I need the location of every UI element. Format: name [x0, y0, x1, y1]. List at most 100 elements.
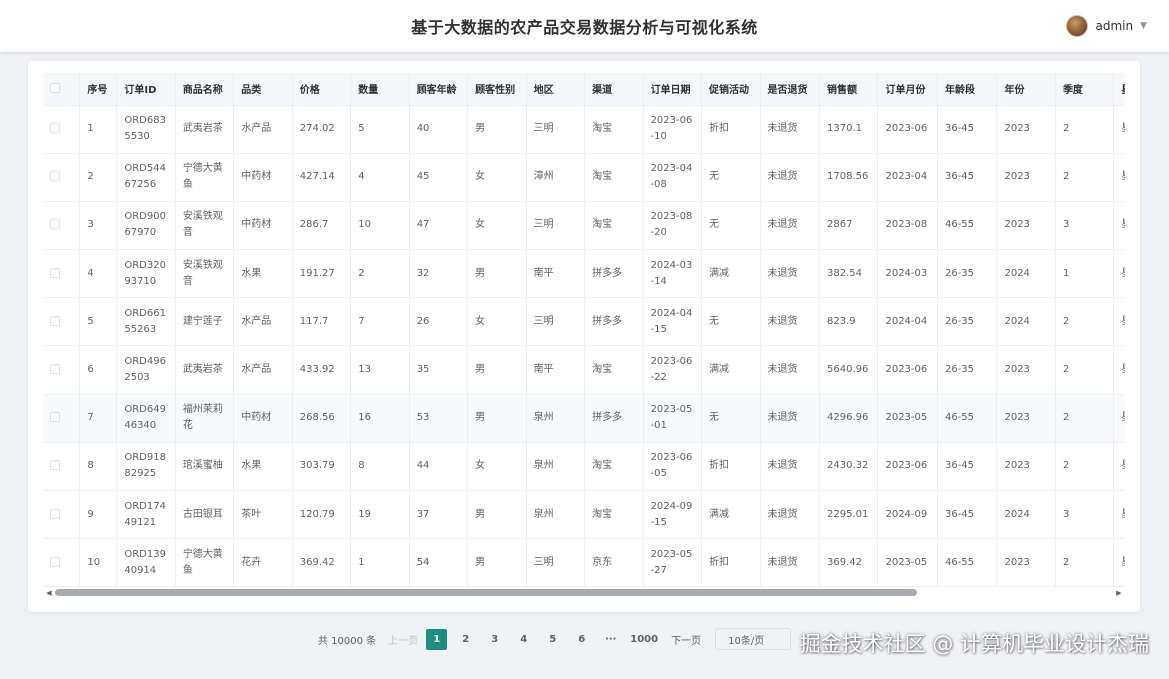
column-header[interactable]: 订单ID — [116, 73, 176, 106]
page-number-button[interactable]: 1 — [426, 628, 448, 650]
table-cell: 宁德大黄鱼 — [175, 538, 235, 588]
next-page-button[interactable]: 下一页 — [671, 632, 701, 647]
row-checkbox[interactable] — [50, 315, 60, 326]
table-cell: 1 — [1055, 249, 1115, 299]
table-cell: 2024 — [996, 297, 1056, 347]
column-header[interactable]: 星期几 — [1113, 73, 1125, 106]
table-cell: 茶叶 — [233, 490, 293, 540]
column-header[interactable]: 序号 — [79, 73, 118, 106]
page-ellipsis[interactable]: ··· — [600, 629, 621, 650]
row-checkbox[interactable] — [50, 123, 60, 134]
row-checkbox[interactable] — [50, 267, 60, 278]
table-cell: 382.54 — [819, 249, 879, 299]
select-all-checkbox-cell[interactable] — [43, 73, 81, 106]
table-cell: 2 — [1055, 538, 1115, 588]
row-checkbox[interactable] — [50, 219, 60, 230]
table-row[interactable]: 5 ORD66155263 建宁莲子 水产品 117.7 7 26 女三明 拼多多 2024-04… — [43, 297, 1125, 347]
table-cell: ORD64946340 — [116, 394, 176, 443]
row-checkbox-cell[interactable] — [43, 345, 81, 395]
column-header[interactable]: 价格 — [292, 73, 352, 106]
table-row[interactable]: 8 ORD91882925 琯溪蜜柚 水果 303.79 8 44 女泉州 淘宝 2023-06-… — [43, 442, 1125, 492]
column-header[interactable]: 数量 — [350, 73, 410, 106]
column-header[interactable]: 销售额 — [819, 73, 879, 106]
table-row[interactable]: 2 ORD54467256 宁德大黄鱼 中药材 427.14 4 45 女漳州 淘宝 2023-0… — [43, 153, 1125, 202]
scroll-right-icon[interactable]: ▶ — [1113, 589, 1125, 597]
column-header[interactable]: 订单日期 — [643, 73, 703, 106]
column-header[interactable]: 是否退货 — [760, 73, 820, 106]
column-header[interactable]: 订单月份 — [877, 73, 938, 106]
table-row[interactable]: 6 ORD4962503 武夷岩茶 水产品 433.92 13 35 男南平 淘宝 2023-06… — [43, 345, 1125, 395]
table-cell: 水产品 — [233, 345, 293, 395]
avatar[interactable] — [1066, 15, 1089, 37]
table-cell: 2023 — [996, 538, 1056, 588]
row-checkbox[interactable] — [50, 364, 60, 375]
row-checkbox[interactable] — [50, 508, 60, 519]
row-checkbox-cell[interactable] — [43, 490, 81, 540]
page-number-button[interactable]: 5 — [542, 629, 563, 650]
table-cell: 3 — [79, 201, 118, 251]
table-cell: 折扣 — [701, 105, 761, 154]
caret-down-icon[interactable]: ▼ — [1140, 21, 1147, 31]
table-cell: 191.27 — [292, 249, 352, 299]
column-header[interactable]: 顾客性别 — [467, 73, 527, 106]
row-checkbox-cell[interactable] — [43, 249, 81, 299]
table-cell: 10 — [350, 201, 410, 251]
horizontal-scrollbar[interactable]: ◀ ▶ — [43, 585, 1125, 600]
column-header[interactable]: 季度 — [1055, 73, 1115, 106]
row-checkbox-cell[interactable] — [43, 153, 81, 202]
row-checkbox-cell[interactable] — [43, 538, 81, 588]
table-cell: 男 — [467, 490, 527, 540]
page-number-button[interactable]: 2 — [455, 629, 476, 650]
row-checkbox-cell[interactable] — [43, 394, 81, 443]
row-checkbox-cell[interactable] — [43, 105, 81, 154]
table-cell: 4 — [79, 249, 118, 299]
table-row[interactable]: 3 ORD90067970 安溪铁观音 中药材 286.7 10 47 女三明 淘宝 2023-0… — [43, 201, 1125, 251]
watermark: 掘金技术社区 @ 计算机毕业设计杰瑞 — [799, 632, 1149, 656]
table-cell: 女 — [467, 153, 527, 202]
page-size-select[interactable]: 10条/页 — [715, 628, 792, 650]
table-cell: 满减 — [701, 490, 761, 540]
row-checkbox[interactable] — [50, 412, 60, 423]
table-cell: 无 — [701, 201, 761, 251]
row-checkbox-cell[interactable] — [43, 201, 81, 251]
pagination: 共 10000 条 上一页 1 2 3 4 5 6 ··· 1000 下一页 10条/页 — [318, 628, 792, 650]
page-number-button[interactable]: 1000 — [629, 629, 659, 650]
row-checkbox-cell[interactable] — [43, 297, 81, 347]
table-row[interactable]: 10 ORD13940914 宁德大黄鱼 花卉 369.42 1 54 男三明 京东 2023-0… — [43, 538, 1125, 588]
column-header[interactable]: 促销活动 — [701, 73, 761, 106]
column-header[interactable]: 年龄段 — [937, 73, 998, 106]
table-row[interactable]: 1 ORD6835530 武夷岩茶 水产品 274.02 5 40 男三明 淘宝 2023-06-… — [43, 105, 1125, 154]
table-row[interactable]: 4 ORD32093710 安溪铁观音 水果 191.27 2 32 男南平 拼多多 2024-0… — [43, 249, 1125, 299]
table-cell: 2023 — [996, 442, 1056, 492]
column-header[interactable]: 渠道 — [584, 73, 644, 106]
table-row[interactable]: 9 ORD17449121 古田银耳 茶叶 120.79 19 37 男泉州 淘宝 2024-09… — [43, 490, 1125, 540]
row-checkbox[interactable] — [50, 460, 60, 471]
page-number-button[interactable]: 6 — [571, 629, 592, 650]
page-number-button[interactable]: 3 — [484, 629, 505, 650]
table-cell: 宁德大黄鱼 — [175, 153, 235, 202]
user-menu[interactable]: admin ▼ — [1066, 14, 1147, 38]
select-all-checkbox[interactable] — [50, 83, 60, 94]
table-cell: 1708.56 — [819, 153, 879, 202]
table-cell: 36-45 — [937, 153, 998, 202]
table-row[interactable]: 7 ORD64946340 福州茉莉花 中药材 268.56 16 53 男泉州 拼多多 2023… — [43, 394, 1125, 443]
column-header[interactable]: 商品名称 — [175, 73, 235, 106]
scroll-thumb[interactable] — [55, 589, 917, 596]
table-cell: 泉州 — [526, 442, 586, 492]
prev-page-button[interactable]: 上一页 — [388, 632, 418, 647]
column-header[interactable]: 品类 — [233, 73, 293, 106]
username-label[interactable]: admin — [1095, 19, 1133, 33]
row-checkbox[interactable] — [50, 171, 60, 182]
table-cell: 2023-06 — [877, 442, 938, 492]
table-cell: 2023-08 — [877, 201, 938, 251]
page-number-button[interactable]: 4 — [513, 629, 534, 650]
table-cell: 三明 — [526, 538, 586, 588]
column-header[interactable]: 年份 — [996, 73, 1056, 106]
row-checkbox-cell[interactable] — [43, 442, 81, 492]
column-header[interactable]: 顾客年龄 — [409, 73, 469, 106]
row-checkbox[interactable] — [50, 556, 60, 567]
column-header[interactable]: 地区 — [526, 73, 586, 106]
scroll-left-icon[interactable]: ◀ — [43, 589, 55, 597]
table-cell: 中药材 — [233, 201, 293, 251]
scroll-track[interactable] — [55, 589, 1113, 596]
